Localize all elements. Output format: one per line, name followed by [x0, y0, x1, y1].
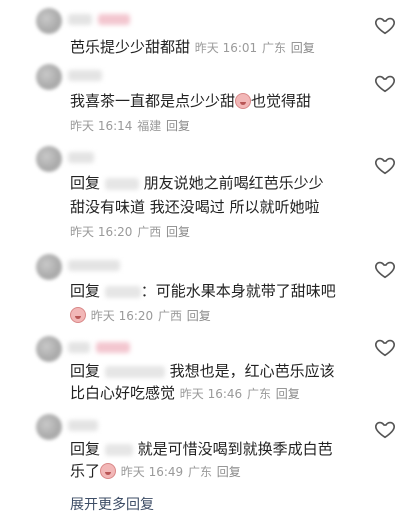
comment-time: 昨天 16:49 [120, 465, 184, 479]
comment-body: 我喜茶一直都是点少少甜 [70, 92, 236, 110]
comment-text[interactable]: 回复 朋友说她之前喝红芭乐少少 [70, 172, 324, 194]
comment-text[interactable]: 回复 就是可惜没喝到就换季成白芭 [70, 438, 333, 460]
reply-button[interactable]: 回复 [166, 119, 190, 133]
comment-text[interactable]: 芭乐提少少甜都甜 昨天 16:01 广东 回复 [70, 36, 315, 59]
comment-location: 广西 [157, 309, 182, 323]
like-heart-icon[interactable] [374, 418, 396, 440]
avatar[interactable] [36, 414, 62, 440]
reply-prefix: 回复 [70, 440, 101, 458]
like-heart-icon[interactable] [374, 258, 396, 280]
comment-text[interactable]: 回复 我想也是，红心芭乐应该 [70, 360, 335, 382]
comment-body-line2: 比白心好吃感觉 [70, 384, 176, 402]
comment-text-line2[interactable]: 乐了 昨天 16:49 广东 回复 [70, 460, 241, 483]
comment-meta-row: 昨天 16:20 广西 回复 [70, 304, 211, 327]
comment-time: 昨天 16:46 [179, 387, 243, 401]
like-heart-icon[interactable] [374, 154, 396, 176]
comment-time: 昨天 16:14 [70, 119, 133, 133]
comment-text[interactable]: 我喜茶一直都是点少少甜 也觉得甜 [70, 90, 311, 112]
comment-body: ：可能水果本身就带了甜味吧 [140, 282, 336, 300]
reply-button[interactable]: 回复 [187, 309, 211, 323]
nickname[interactable] [68, 70, 102, 81]
nickname[interactable] [68, 420, 98, 431]
comment-text-line2[interactable]: 甜没有味道 我还没喝过 所以就听她啦 [70, 196, 320, 218]
blush-emoji-icon [70, 307, 86, 323]
reply-button[interactable]: 回复 [276, 387, 300, 401]
comment-location: 广东 [187, 465, 212, 479]
avatar[interactable] [36, 146, 62, 172]
comment-time: 昨天 16:20 [70, 225, 133, 239]
comment-location: 福建 [137, 119, 162, 133]
comment-body-line2: 甜没有味道 我还没喝过 所以就听她啦 [70, 198, 320, 216]
comment-body-line2: 乐了 [70, 462, 101, 480]
comment-location: 广东 [261, 41, 286, 55]
like-heart-icon[interactable] [374, 336, 396, 358]
mentioned-user[interactable] [104, 285, 141, 298]
comment-meta-row: 昨天 16:14 福建 回复 [70, 114, 190, 137]
nickname[interactable] [68, 260, 120, 271]
reply-prefix: 回复 [70, 282, 101, 300]
mentioned-user[interactable] [104, 443, 133, 456]
nickname[interactable] [68, 342, 90, 353]
comment-time: 昨天 16:20 [90, 309, 154, 323]
reply-button[interactable]: 回复 [217, 465, 241, 479]
comment-location: 广东 [246, 387, 271, 401]
reply-button[interactable]: 回复 [291, 41, 315, 55]
nickname-badge [96, 342, 130, 353]
comment-location: 广西 [137, 225, 162, 239]
reply-button[interactable]: 回复 [166, 225, 190, 239]
show-more-replies-button[interactable]: 展开更多回复 [70, 494, 154, 514]
reply-prefix: 回复 [70, 174, 101, 192]
like-heart-icon[interactable] [374, 72, 396, 94]
avatar[interactable] [36, 336, 62, 362]
comment-text[interactable]: 回复 ：可能水果本身就带了甜味吧 [70, 280, 336, 302]
nickname[interactable] [68, 14, 92, 25]
mentioned-user[interactable] [104, 177, 139, 190]
blush-emoji-icon [235, 93, 252, 109]
reply-prefix: 回复 [70, 362, 101, 380]
avatar[interactable] [36, 64, 62, 90]
mentioned-user[interactable] [104, 365, 165, 378]
avatar[interactable] [36, 254, 62, 280]
blush-emoji-icon [100, 463, 117, 479]
comment-body-line1: 我想也是，红心芭乐应该 [169, 362, 335, 380]
comment-text-line2[interactable]: 比白心好吃感觉 昨天 16:46 广东 回复 [70, 382, 300, 405]
comment-body: 芭乐提少少甜都甜 [70, 38, 191, 56]
nickname-badge [98, 14, 130, 25]
avatar[interactable] [36, 8, 62, 34]
comment-body-tail: 也觉得甜 [251, 92, 312, 110]
comment-meta-row: 昨天 16:20 广西 回复 [70, 220, 190, 243]
comment-body-line1: 朋友说她之前喝红芭乐少少 [143, 174, 324, 192]
nickname[interactable] [68, 152, 94, 163]
like-heart-icon[interactable] [374, 14, 396, 36]
comment-body-line1: 就是可惜没喝到就换季成白芭 [137, 440, 333, 458]
comment-time: 昨天 16:01 [194, 41, 258, 55]
